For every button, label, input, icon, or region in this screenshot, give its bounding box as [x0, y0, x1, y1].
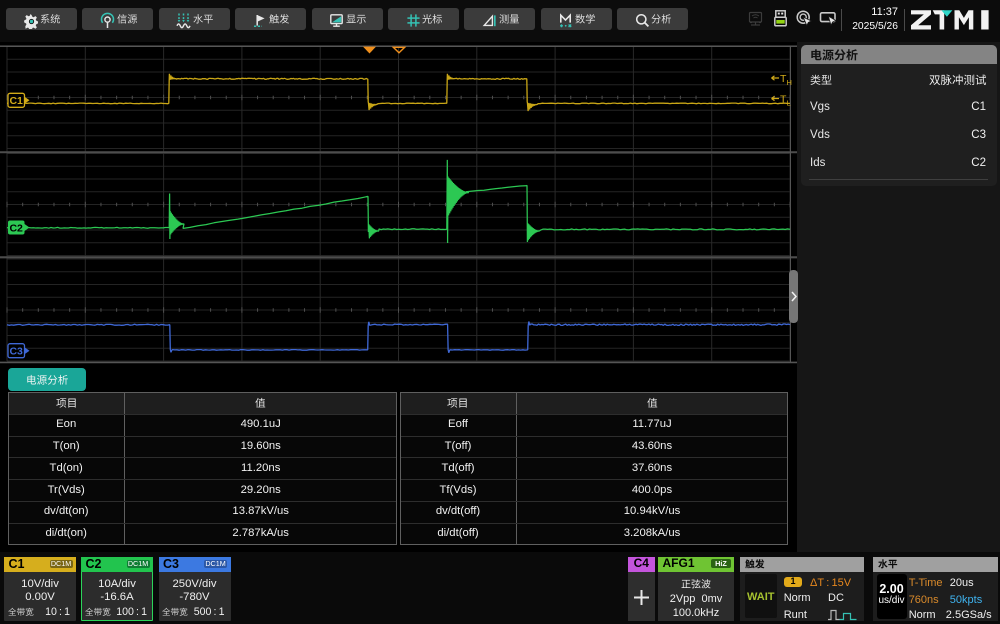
svg-text:H: H	[787, 78, 792, 87]
svg-text:C3: C3	[9, 346, 23, 358]
svg-text:C1: C1	[9, 95, 23, 107]
svg-text:L: L	[787, 99, 791, 108]
svg-text:C2: C2	[9, 222, 23, 234]
